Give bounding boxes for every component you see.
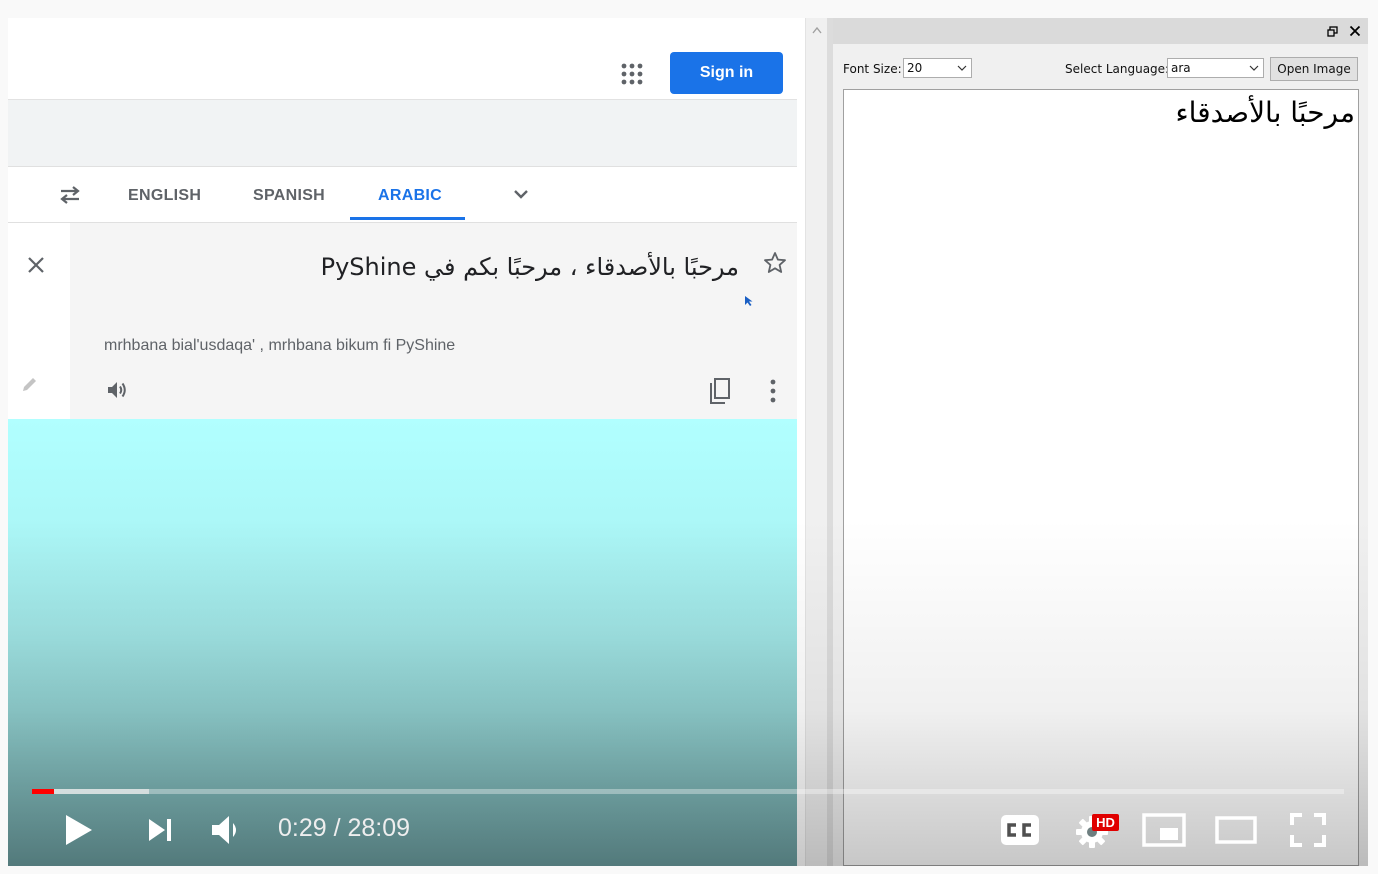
active-tab-indicator bbox=[350, 217, 465, 220]
transliteration: mrhbana bial'usdaqa' , mrhbana bikum fi … bbox=[104, 337, 456, 354]
play-icon[interactable] bbox=[62, 812, 94, 848]
select-language-label: Select Language: bbox=[1065, 62, 1170, 76]
chevron-down-icon[interactable] bbox=[511, 187, 531, 203]
dropdown-arrow-icon bbox=[957, 65, 967, 71]
volume-icon[interactable] bbox=[210, 814, 244, 846]
ocr-text: مرحبًا بالأصدقاء bbox=[1175, 96, 1355, 129]
captions-icon[interactable] bbox=[1000, 814, 1040, 846]
restore-window-icon[interactable] bbox=[1327, 26, 1338, 37]
sign-in-button[interactable]: Sign in bbox=[670, 52, 783, 94]
language-select[interactable]: ara bbox=[1167, 58, 1264, 78]
played-bar bbox=[32, 789, 55, 794]
translation-result: مرحبًا بالأصدقاء ، مرحبًا بكم في PyShine… bbox=[8, 223, 797, 419]
dropdown-arrow-icon bbox=[1249, 65, 1259, 71]
screen-frame: Sign in ENGLISH SPANISH ARABIC مرحبًا با… bbox=[8, 18, 1368, 866]
close-window-icon[interactable] bbox=[1349, 25, 1361, 37]
apps-grid-icon[interactable] bbox=[620, 62, 644, 86]
fullscreen-icon[interactable] bbox=[1290, 813, 1326, 847]
font-size-value: 20 bbox=[907, 61, 923, 75]
theater-icon[interactable] bbox=[1215, 815, 1257, 845]
copy-icon[interactable] bbox=[708, 377, 732, 405]
swap-languages-icon[interactable] bbox=[58, 185, 82, 205]
page-lower-area bbox=[8, 419, 797, 866]
ocr-output-textbox[interactable]: مرحبًا بالأصدقاء bbox=[843, 89, 1359, 866]
font-size-label: Font Size: bbox=[843, 62, 902, 76]
speaker-icon[interactable] bbox=[105, 378, 129, 402]
clear-icon[interactable] bbox=[26, 255, 46, 275]
ocr-app-window: Font Size: 20 Select Language: ara Open … bbox=[833, 18, 1368, 866]
tab-arabic[interactable]: ARABIC bbox=[378, 187, 442, 205]
top-bar: Sign in bbox=[8, 30, 797, 100]
font-size-select[interactable]: 20 bbox=[903, 58, 972, 78]
time-display: 0:29 / 28:09 bbox=[278, 814, 411, 842]
language-value: ara bbox=[1171, 61, 1191, 75]
app-title-bar bbox=[833, 18, 1368, 44]
header-band bbox=[8, 100, 797, 167]
source-column bbox=[8, 223, 70, 419]
page-scrollbar[interactable] bbox=[805, 18, 828, 866]
more-options-icon[interactable] bbox=[770, 379, 776, 403]
translate-page: Sign in ENGLISH SPANISH ARABIC مرحبًا با… bbox=[8, 18, 797, 866]
star-icon[interactable] bbox=[763, 251, 787, 275]
mouse-cursor-icon bbox=[745, 296, 753, 306]
progress-bar[interactable] bbox=[32, 789, 1344, 794]
language-bar: ENGLISH SPANISH ARABIC bbox=[8, 167, 797, 223]
tab-spanish[interactable]: SPANISH bbox=[253, 187, 325, 205]
miniplayer-icon[interactable] bbox=[1142, 813, 1186, 847]
open-image-button[interactable]: Open Image bbox=[1270, 57, 1358, 81]
tab-english[interactable]: ENGLISH bbox=[128, 187, 201, 205]
scroll-up-icon[interactable] bbox=[812, 26, 822, 34]
hd-badge: HD bbox=[1092, 814, 1119, 831]
pencil-icon[interactable] bbox=[21, 375, 39, 393]
next-icon[interactable] bbox=[146, 816, 174, 844]
translation-text: مرحبًا بالأصدقاء ، مرحبًا بكم في PyShine bbox=[320, 253, 739, 281]
